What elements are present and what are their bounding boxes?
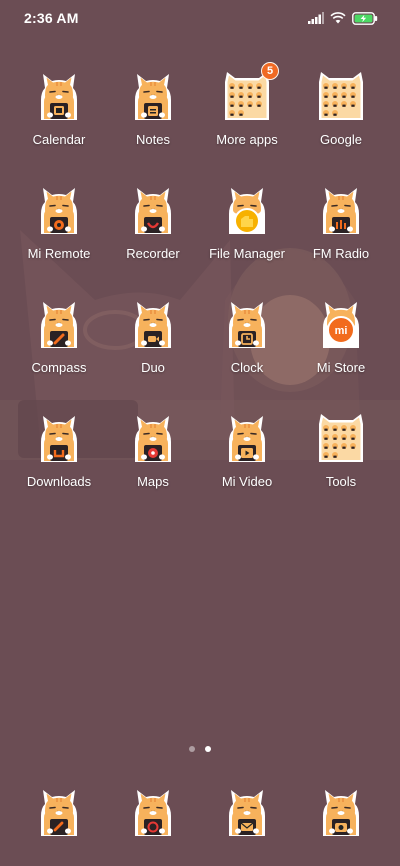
calendar-icon: [33, 70, 85, 122]
dock-browser[interactable]: [221, 786, 273, 838]
app-label: Calendar: [32, 132, 86, 147]
battery-charging-icon: [352, 11, 378, 25]
app-label: Downloads: [26, 474, 92, 489]
app-fm-radio[interactable]: FM Radio: [291, 184, 391, 284]
browser-icon: [221, 790, 273, 842]
page-dot-2[interactable]: [205, 746, 211, 752]
duo-icon: [127, 298, 179, 350]
app-mi-store[interactable]: mi Mi Store: [291, 298, 391, 398]
app-clock[interactable]: Clock: [197, 298, 297, 398]
app-maps[interactable]: Maps: [103, 412, 203, 512]
notes-icon: [127, 70, 179, 122]
svg-text:mi: mi: [335, 325, 348, 337]
status-icons: [308, 11, 378, 25]
file-manager-icon: [221, 184, 273, 236]
fm-radio-icon: [315, 184, 367, 236]
notification-badge: 5: [261, 62, 279, 80]
app-label: FM Radio: [312, 246, 370, 261]
wifi-icon: [330, 12, 346, 24]
app-google[interactable]: Google: [291, 70, 391, 170]
app-downloads[interactable]: Downloads: [9, 412, 109, 512]
app-label: Recorder: [126, 246, 180, 261]
signal-icon: [308, 12, 324, 24]
app-recorder[interactable]: Recorder: [103, 184, 203, 284]
app-calendar[interactable]: Calendar: [9, 70, 109, 170]
status-time: 2:36 AM: [24, 10, 79, 26]
maps-icon: [127, 412, 179, 464]
downloads-icon: [33, 412, 85, 464]
app-more-apps[interactable]: 5 More apps: [197, 62, 297, 170]
camera-icon: [315, 790, 367, 842]
mi-store-icon: mi: [315, 298, 367, 350]
dock-phone[interactable]: [33, 786, 85, 838]
folder-icon: [315, 412, 367, 464]
mi-remote-icon: [33, 184, 85, 236]
status-bar: 2:36 AM: [0, 0, 400, 36]
phone-icon: [33, 790, 85, 842]
app-label: File Manager: [209, 246, 285, 261]
recorder-icon: [127, 184, 179, 236]
compass-icon: [33, 298, 85, 350]
app-label: Mi Video: [221, 474, 273, 489]
app-label: Google: [320, 132, 362, 147]
folder-icon: [315, 70, 367, 122]
app-mi-remote[interactable]: Mi Remote: [9, 184, 109, 284]
app-label: Maps: [137, 474, 169, 489]
app-label: Notes: [136, 132, 170, 147]
app-duo[interactable]: Duo: [103, 298, 203, 398]
app-label: Duo: [141, 360, 165, 375]
app-label: Tools: [325, 474, 357, 489]
app-label: Mi Store: [316, 360, 366, 375]
app-tools[interactable]: Tools: [291, 412, 391, 512]
app-label: Compass: [31, 360, 87, 375]
page-indicator: [0, 746, 400, 754]
clock-icon: [221, 298, 273, 350]
dock-messaging[interactable]: [127, 786, 179, 838]
app-mi-video[interactable]: Mi Video: [197, 412, 297, 512]
messaging-icon: [127, 790, 179, 842]
page-dot-1[interactable]: [189, 746, 195, 752]
app-file-manager[interactable]: File Manager: [197, 184, 297, 284]
app-compass[interactable]: Compass: [9, 298, 109, 398]
app-label: More apps: [216, 132, 278, 147]
folder-icon: 5: [221, 62, 279, 122]
app-label: Clock: [230, 360, 264, 375]
app-label: Mi Remote: [27, 246, 91, 261]
app-notes[interactable]: Notes: [103, 70, 203, 170]
dock-camera[interactable]: [315, 786, 367, 838]
mi-video-icon: [221, 412, 273, 464]
